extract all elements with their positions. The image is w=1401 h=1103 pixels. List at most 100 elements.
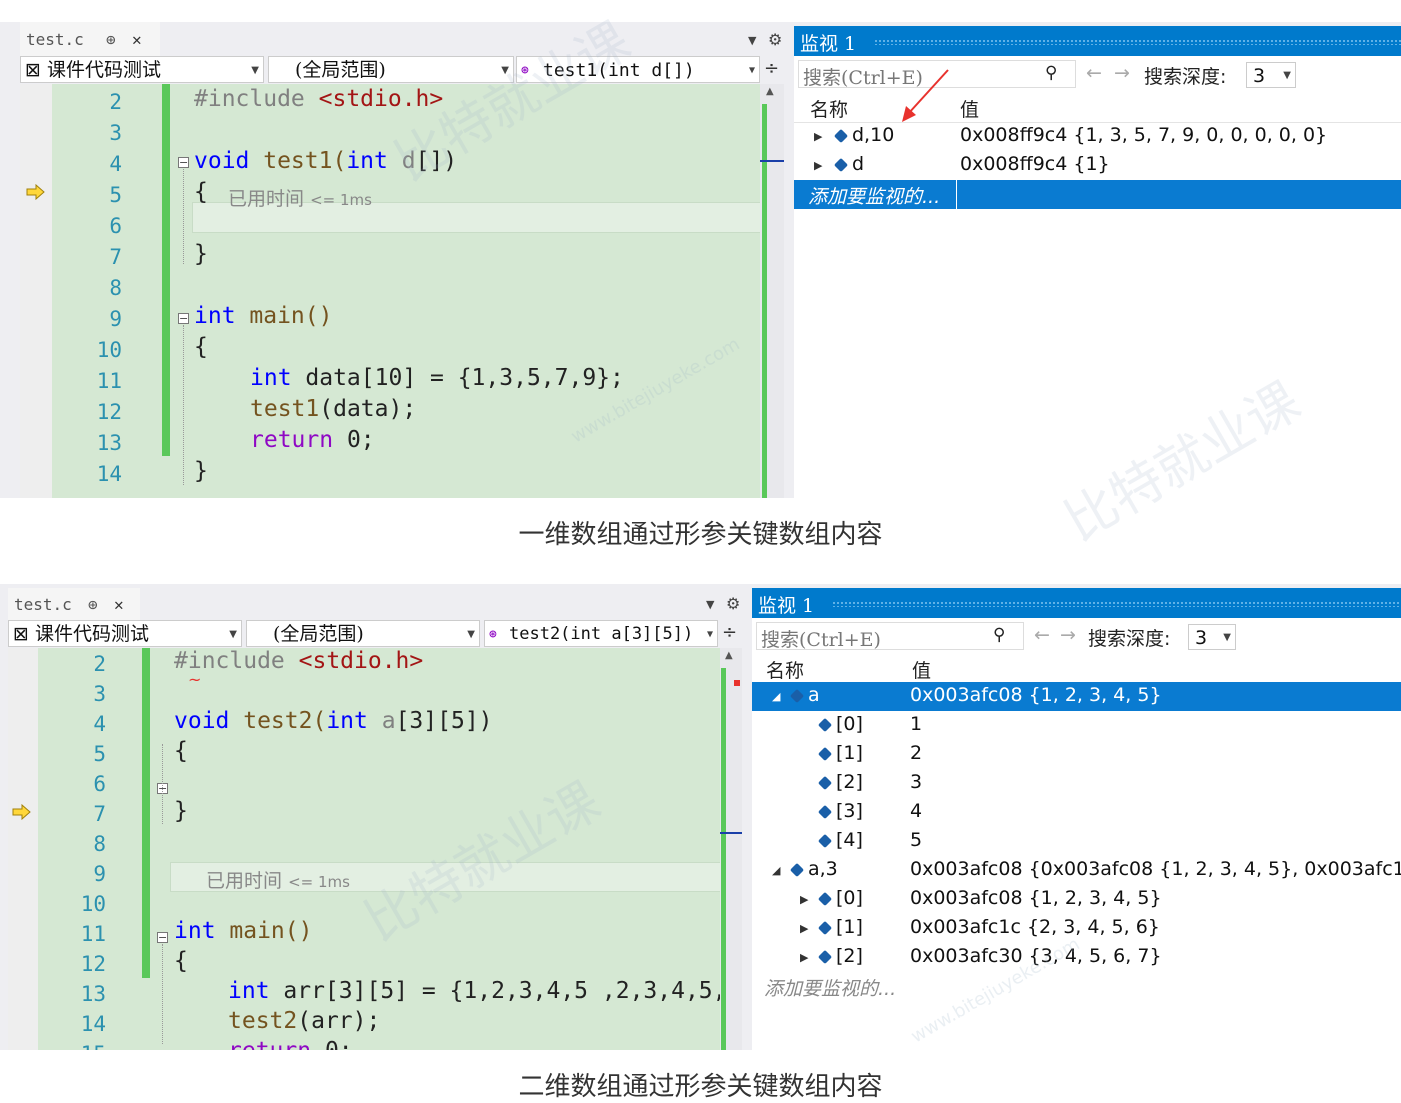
line-number: 4 (109, 152, 122, 176)
fold-toggle[interactable]: − (178, 313, 189, 324)
watch-row[interactable]: ▶ [0] 0x003afc08 {1, 2, 3, 4, 5} (752, 885, 1401, 914)
code-token: [3][5]) (395, 708, 493, 734)
watch-name: [0] (836, 887, 863, 909)
column-name-header[interactable]: 名称 (810, 95, 848, 122)
pin-icon[interactable]: ⊕ (106, 30, 116, 49)
vertical-scrollbar[interactable]: ▲ (760, 84, 784, 498)
watch-value: 1 (910, 713, 923, 735)
editor-gutter (20, 84, 52, 498)
search-icon[interactable]: ⚲ (993, 625, 1005, 645)
collapse-icon[interactable]: ◢ (772, 864, 780, 877)
watch-window: 监视 1 搜索(Ctrl+E) ⚲ ← → 搜索深度: 3 ▼ 名称 值 ▶ d… (794, 26, 1401, 498)
project-combo[interactable]: ⊠ 课件代码测试 ▼ (8, 620, 242, 647)
watch-search-box[interactable]: 搜索(Ctrl+E) ⚲ (756, 622, 1024, 652)
column-value-header[interactable]: 值 (912, 656, 931, 683)
watch-row[interactable]: ▶ [2] 0x003afc30 {3, 4, 5, 6, 7} (752, 943, 1401, 972)
add-watch-row[interactable]: 添加要监视的... (794, 180, 1401, 209)
split-icon[interactable]: ÷ (722, 622, 737, 643)
watch-row[interactable]: ▶ d 0x008ff9c4 {1} (794, 151, 1401, 180)
watch-row[interactable]: [3] 4 (752, 798, 1401, 827)
line-number: 7 (93, 802, 106, 826)
watch-row[interactable]: [1] 2 (752, 740, 1401, 769)
collapse-icon[interactable]: ◢ (772, 690, 780, 703)
fold-line (183, 325, 184, 485)
watch-row[interactable]: [0] 1 (752, 711, 1401, 740)
depth-combo[interactable]: 3 ▼ (1246, 62, 1296, 88)
expand-icon[interactable]: ▶ (814, 130, 822, 143)
watch-name: a,3 (808, 858, 838, 880)
back-arrow-icon[interactable]: ← (1034, 624, 1050, 646)
watch-name: [4] (836, 829, 863, 851)
watch-name: d,10 (852, 124, 895, 146)
back-arrow-icon[interactable]: ← (1086, 62, 1102, 84)
bottom-screenshot: test.c ⊕ ✕ ▼ ⚙ ⊠ 课件代码测试 ▼ (全局范围) ▼ ⊛ tes… (0, 584, 1401, 1050)
dropdown-icon[interactable]: ▼ (706, 598, 714, 611)
expand-icon[interactable]: ▶ (800, 922, 808, 935)
function-combo[interactable]: ⊛ test2(int a[3][5]) ▼ (484, 620, 718, 647)
keyword: return (250, 427, 334, 453)
watch-title: 监视 1 (758, 595, 815, 617)
pin-icon[interactable]: ⊕ (88, 595, 98, 614)
squiggle-mark: ~ (188, 670, 202, 689)
function-combo[interactable]: ⊛ test1(int d[]) ▼ (516, 56, 760, 83)
parameter: a (367, 708, 396, 734)
scope-label: (全局范围) (295, 59, 386, 81)
editor-tab[interactable]: test.c ⊕ ✕ (8, 588, 140, 620)
gear-icon[interactable]: ⚙ (768, 30, 782, 49)
forward-arrow-icon[interactable]: → (1060, 624, 1076, 646)
watch-row[interactable]: ◢ a 0x003afc08 {1, 2, 3, 4, 5} (752, 682, 1401, 711)
project-combo[interactable]: ⊠ 课件代码测试 ▼ (20, 56, 264, 83)
scroll-thumb[interactable] (762, 104, 767, 498)
forward-arrow-icon[interactable]: → (1114, 62, 1130, 84)
search-icon[interactable]: ⚲ (1045, 63, 1057, 83)
watch-row[interactable]: ▶ [1] 0x003afc1c {2, 3, 4, 5, 6} (752, 914, 1401, 943)
scroll-up-icon[interactable]: ▲ (766, 86, 774, 97)
vertical-scrollbar[interactable]: ▲ (720, 648, 742, 1050)
fold-toggle[interactable]: − (157, 932, 168, 943)
project-label: 课件代码测试 (47, 59, 162, 81)
scroll-up-icon[interactable]: ▲ (725, 650, 733, 661)
gear-icon[interactable]: ⚙ (726, 594, 740, 613)
editor-tab[interactable]: test.c ⊕ ✕ (20, 22, 160, 56)
search-input[interactable]: 搜索(Ctrl+E) (761, 625, 881, 652)
elapsed-label: 已用时间 (206, 870, 283, 892)
dropdown-icon[interactable]: ▼ (748, 34, 756, 47)
add-watch-row[interactable]: 添加要监视的... (752, 972, 1401, 1001)
chevron-down-icon: ▼ (229, 629, 237, 640)
line-number: 2 (93, 652, 106, 676)
watch-value: 0x003afc08 {1, 2, 3, 4, 5} (910, 684, 1162, 706)
change-margin (142, 648, 150, 978)
scope-combo[interactable]: (全局范围) ▼ (246, 620, 480, 647)
watch-window: 监视 1 搜索(Ctrl+E) ⚲ ← → 搜索深度: 3 ▼ 名称 值 ◢ a… (752, 588, 1401, 1050)
close-icon[interactable]: ✕ (132, 30, 142, 49)
project-icon: ⊠ (25, 59, 41, 81)
keyword: return (228, 1038, 311, 1050)
depth-label: 搜索深度: (1088, 628, 1171, 650)
add-watch-label: 添加要监视的... (764, 978, 897, 1000)
watch-row[interactable]: [4] 5 (752, 827, 1401, 856)
keyword: void (174, 708, 230, 734)
column-name-header[interactable]: 名称 (766, 656, 804, 683)
watch-row[interactable]: ◢ a,3 0x003afc08 {0x003afc08 {1, 2, 3, 4… (752, 856, 1401, 885)
split-icon[interactable]: ÷ (764, 58, 779, 79)
code-area[interactable]: 2 3 4 5 6 7 8 9 10 11 12 13 14 − − #incl… (52, 84, 760, 498)
watch-value: 3 (910, 771, 923, 793)
fold-toggle[interactable]: − (178, 157, 189, 168)
column-value-header[interactable]: 值 (960, 95, 979, 122)
expand-icon[interactable]: ▶ (800, 951, 808, 964)
variable-icon (817, 717, 833, 733)
code-token: (data); (319, 396, 417, 422)
scope-combo[interactable]: (全局范围) ▼ (268, 56, 514, 83)
line-number: 10 (80, 892, 106, 916)
expand-icon[interactable]: ▶ (814, 159, 822, 172)
depth-combo[interactable]: 3 ▼ (1188, 624, 1236, 650)
expand-icon[interactable]: ▶ (800, 893, 808, 906)
close-icon[interactable]: ✕ (114, 595, 124, 614)
watch-row[interactable]: [2] 3 (752, 769, 1401, 798)
code-area[interactable]: 2 3 4 5 6 7 8 9 10 11 12 13 14 15 − − − … (38, 648, 720, 1050)
scroll-thumb[interactable] (721, 668, 726, 1050)
watch-row[interactable]: ▶ d,10 0x008ff9c4 {1, 3, 5, 7, 9, 0, 0, … (794, 122, 1401, 151)
function-name: main() (235, 303, 333, 329)
current-line-arrow-icon (26, 183, 46, 201)
elapsed-time-hint: 已用时间 <= 1ms (228, 184, 372, 211)
